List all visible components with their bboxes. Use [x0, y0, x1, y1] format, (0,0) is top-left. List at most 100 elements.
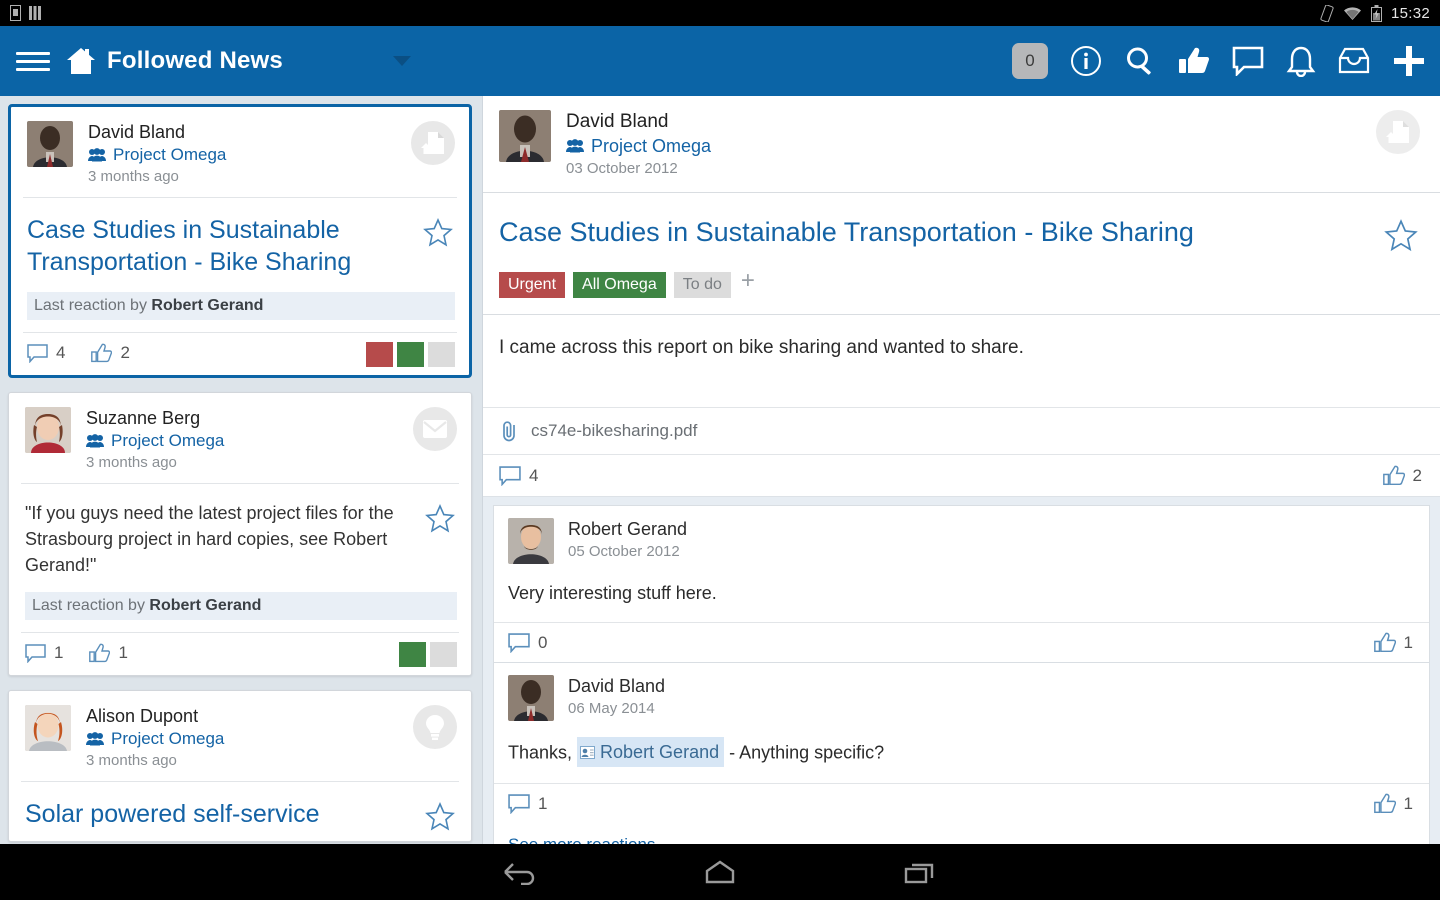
card-header: Alison Dupont Project Omega 3 months ago: [9, 691, 471, 781]
comment-header: Robert Gerand 05 October 2012: [494, 506, 1429, 572]
bell-icon[interactable]: [1286, 45, 1316, 77]
like-count-value: 1: [1403, 793, 1413, 813]
group-people-icon: [86, 433, 104, 448]
comment-header: David Bland 06 May 2014: [494, 663, 1429, 729]
tag-to-do[interactable]: To do: [673, 272, 731, 298]
like-count[interactable]: 2: [1382, 465, 1422, 486]
document-upload-icon: [411, 121, 455, 165]
counter-badge[interactable]: 0: [1012, 43, 1048, 79]
plus-icon[interactable]: [1392, 44, 1426, 78]
comment-text-before: Thanks,: [508, 742, 578, 763]
comment-count[interactable]: 4: [27, 343, 65, 363]
user-mention[interactable]: Robert Gerand: [577, 737, 725, 767]
comment-author: Robert Gerand: [568, 519, 688, 539]
add-tag-icon[interactable]: +: [741, 269, 755, 293]
speech-bubble-icon[interactable]: [1232, 46, 1264, 76]
like-count[interactable]: 1: [1373, 793, 1413, 814]
wifi-icon: [1343, 6, 1362, 21]
author-name: Suzanne Berg: [86, 408, 201, 428]
inbox-tray-icon[interactable]: [1338, 46, 1370, 76]
comment-count-value: 0: [538, 632, 548, 652]
like-count[interactable]: 1: [89, 643, 128, 663]
comment-count[interactable]: 4: [499, 466, 538, 486]
comment-count[interactable]: 1: [25, 643, 63, 663]
status-bar-clock: 15:32: [1390, 4, 1430, 22]
main-content: David Bland Project Omega 3 months ago C…: [0, 96, 1440, 844]
search-icon[interactable]: [1124, 45, 1156, 77]
speech-bubble-icon: [27, 343, 48, 363]
info-circle-icon[interactable]: [1070, 45, 1102, 77]
list-item[interactable]: Alison Dupont Project Omega 3 months ago: [8, 690, 472, 842]
comment-count-value: 1: [54, 643, 64, 662]
card-body: Case Studies in Sustainable Transportati…: [11, 198, 469, 282]
chevron-down-icon[interactable]: [392, 56, 411, 66]
comment-count-value: 4: [529, 465, 539, 485]
device-screen: 15:32 Followed News 0 David Bland Projec…: [0, 0, 1440, 900]
sim-card-icon: [10, 5, 21, 21]
item-quote[interactable]: "If you guys need the latest project fil…: [25, 500, 425, 578]
group-link[interactable]: Project Omega: [86, 429, 224, 452]
star-outline-icon[interactable]: [423, 214, 453, 278]
card-header: Suzanne Berg Project Omega 3 months ago: [9, 393, 471, 483]
attachment-row[interactable]: cs74e-bikesharing.pdf: [483, 408, 1440, 455]
star-outline-icon[interactable]: [425, 500, 455, 578]
avatar: [25, 705, 71, 751]
card-body: "If you guys need the latest project fil…: [9, 484, 471, 582]
timestamp: 3 months ago: [86, 454, 177, 471]
comment-item[interactable]: Robert Gerand 05 October 2012 Very inter…: [493, 505, 1430, 662]
timestamp: 3 months ago: [86, 752, 177, 769]
group-people-icon: [86, 731, 104, 746]
hamburger-menu-icon[interactable]: [16, 48, 50, 74]
like-count[interactable]: 2: [91, 343, 130, 363]
comment-item[interactable]: David Bland 06 May 2014 Thanks, Robert G…: [493, 662, 1430, 823]
list-item[interactable]: Suzanne Berg Project Omega 3 months ago: [8, 392, 472, 676]
group-link[interactable]: Project Omega: [88, 143, 226, 166]
card-body: Solar powered self-service: [9, 782, 471, 841]
star-outline-icon[interactable]: [425, 798, 455, 837]
star-outline-icon[interactable]: [1384, 215, 1424, 258]
comment-footer: 1 1: [494, 783, 1429, 823]
swatch-red: [366, 342, 393, 367]
avatar: [508, 675, 554, 721]
detail-panel[interactable]: David Bland Project Omega 03 October 201…: [482, 96, 1440, 844]
comment-identity: Robert Gerand 05 October 2012: [568, 518, 687, 564]
thumbs-up-icon: [1373, 632, 1396, 653]
comment-count[interactable]: 1: [508, 794, 547, 814]
page-title: Followed News: [107, 47, 283, 74]
item-title[interactable]: Solar powered self-service: [25, 798, 425, 837]
comment-text-after: - Anything specific?: [724, 742, 885, 763]
home-pentagon-icon[interactable]: [690, 852, 750, 892]
detail-stats: 4 2: [483, 455, 1440, 497]
back-arrow-icon[interactable]: [490, 852, 550, 892]
group-name: Project Omega: [113, 145, 227, 164]
timestamp: 3 months ago: [88, 168, 179, 185]
comment-count[interactable]: 0: [508, 633, 547, 653]
like-count[interactable]: 1: [1373, 632, 1413, 653]
like-count-value: 2: [1412, 465, 1422, 485]
avatar: [508, 518, 554, 564]
comment-footer: 0 1: [494, 622, 1429, 662]
document-upload-icon: [1376, 110, 1420, 154]
see-more-reactions-link[interactable]: See more reactions: [493, 823, 1430, 844]
comment-date: 06 May 2014: [568, 700, 655, 717]
recents-squares-icon[interactable]: [890, 852, 950, 892]
tag-list: Urgent All Omega To do +: [483, 258, 1440, 314]
last-reaction: Last reaction by Robert Gerand: [25, 592, 457, 620]
speech-bubble-icon: [499, 465, 521, 486]
thumbs-up-icon[interactable]: [1178, 46, 1210, 76]
detail-title[interactable]: Case Studies in Sustainable Transportati…: [499, 215, 1384, 249]
comment-author: David Bland: [568, 676, 666, 696]
signal-bars-icon: [29, 5, 41, 21]
group-link[interactable]: Project Omega: [86, 727, 224, 750]
tag-all-omega[interactable]: All Omega: [573, 272, 666, 298]
envelope-icon: [413, 407, 457, 451]
detail-header: David Bland Project Omega 03 October 201…: [483, 96, 1440, 193]
list-item[interactable]: David Bland Project Omega 3 months ago C…: [8, 104, 472, 378]
tag-urgent[interactable]: Urgent: [499, 272, 566, 298]
item-title[interactable]: Case Studies in Sustainable Transportati…: [27, 214, 423, 278]
news-list-panel[interactable]: David Bland Project Omega 3 months ago C…: [0, 96, 482, 844]
last-reaction-prefix: Last reaction by: [32, 597, 150, 614]
user-card-icon: [580, 745, 596, 759]
group-link[interactable]: Project Omega: [566, 134, 711, 158]
android-status-bar: 15:32: [0, 0, 1440, 26]
